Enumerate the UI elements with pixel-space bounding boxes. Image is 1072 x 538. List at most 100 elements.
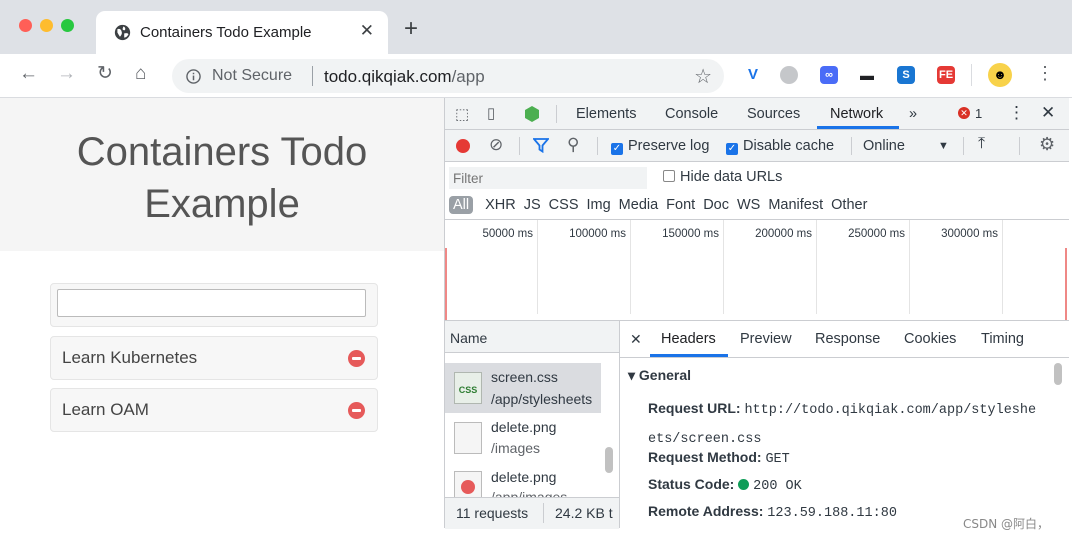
profile-avatar[interactable]: ☻ [988, 63, 1012, 87]
extension-glasses-icon[interactable]: ▬ [858, 66, 876, 84]
extension-fe-icon[interactable]: FE [937, 66, 955, 84]
type-filter-other[interactable]: Other [831, 197, 867, 213]
url-text[interactable]: todo.qikqiak.com/app [324, 67, 485, 87]
extension-link-icon[interactable]: ∞ [820, 66, 838, 84]
globe-icon [114, 24, 131, 41]
tab-sources[interactable]: Sources [747, 106, 800, 122]
disable-cache-checkbox[interactable]: Disable cache [726, 138, 834, 155]
type-filter-all[interactable]: All [449, 196, 474, 214]
delete-icon[interactable] [348, 402, 365, 419]
close-details-icon[interactable]: ✕ [630, 331, 642, 348]
devtools-close-icon[interactable]: ✕ [1041, 103, 1055, 123]
error-icon[interactable]: ✕ [958, 107, 970, 119]
page-title-line1: Containers Todo [76, 130, 368, 174]
detail-tab-headers[interactable]: Headers [661, 331, 716, 347]
toolbar-divider [1019, 137, 1020, 155]
settings-gear-icon[interactable]: ⚙ [1039, 134, 1055, 155]
back-button[interactable]: ← [19, 64, 38, 84]
toolbar-divider [963, 137, 964, 155]
maximize-window-button[interactable] [61, 19, 74, 32]
hide-data-urls-label: Hide data URLs [680, 169, 783, 185]
search-icon[interactable]: ⚲ [567, 135, 579, 155]
page-title-line2: Example [144, 182, 300, 226]
minimize-window-button[interactable] [40, 19, 53, 32]
page-header: Containers Todo Example [0, 98, 444, 251]
todo-item[interactable]: Learn OAM [50, 388, 378, 432]
import-har-icon[interactable]: ⤒ [978, 135, 985, 153]
type-filter-xhr[interactable]: XHR [485, 197, 516, 213]
hide-data-urls-checkbox[interactable]: Hide data URLs [663, 169, 782, 185]
throttle-select[interactable]: Online [863, 138, 905, 154]
general-section-toggle[interactable]: ▾ General [628, 367, 691, 384]
transfer-size: 24.2 KB t [555, 505, 613, 521]
device-toolbar-icon[interactable]: ▯ [487, 104, 495, 122]
extension-v-icon[interactable]: V [744, 66, 762, 84]
timeline-tick-label: 200000 ms [755, 228, 812, 240]
type-filter-css[interactable]: CSS [549, 197, 579, 213]
tab-network[interactable]: Network [830, 106, 883, 122]
detail-tab-cookies[interactable]: Cookies [904, 331, 956, 347]
request-name: delete.png [491, 419, 557, 435]
type-filter-manifest[interactable]: Manifest [768, 197, 823, 213]
request-path: /app/stylesheets [491, 391, 593, 407]
delete-preview-icon [461, 480, 475, 494]
inspect-icon[interactable]: ⬚ [455, 105, 469, 123]
detail-tab-response[interactable]: Response [815, 331, 880, 347]
type-filter-font[interactable]: Font [666, 197, 695, 213]
new-tab-button[interactable]: + [404, 17, 418, 41]
todo-item[interactable]: Learn Kubernetes [50, 336, 378, 380]
filter-input[interactable] [449, 167, 647, 189]
home-button[interactable]: ⌂ [135, 64, 146, 84]
request-list-scrollbar[interactable] [605, 447, 613, 473]
name-column-header[interactable]: Name [445, 321, 619, 353]
forward-button[interactable]: → [57, 64, 76, 84]
remote-value: 123.59.188.11:80 [767, 506, 897, 521]
request-row[interactable]: delete.png /images [445, 415, 601, 463]
detail-tab-preview[interactable]: Preview [740, 331, 792, 347]
details-scrollbar[interactable] [1054, 363, 1062, 385]
omnibox-divider [312, 66, 313, 86]
type-filter-ws[interactable]: WS [737, 197, 760, 213]
status-code-item: Status Code: 200 OK [648, 476, 802, 494]
request-row[interactable]: delete.png /app/images [445, 465, 601, 497]
type-filter-doc[interactable]: Doc [703, 197, 729, 213]
extension-s-icon[interactable]: S [897, 66, 915, 84]
more-tabs-button[interactable]: » [909, 106, 917, 122]
tab-close-icon[interactable]: ✕ [360, 21, 374, 41]
new-todo-input[interactable] [57, 289, 366, 317]
request-list: Name CSS screen.css /app/stylesheets del… [445, 321, 620, 529]
type-filter-js[interactable]: JS [524, 197, 541, 213]
method-value: GET [765, 452, 790, 467]
toolbar-divider [971, 64, 972, 86]
remote-label: Remote Address: [648, 503, 764, 519]
chevron-down-icon[interactable]: ▼ [938, 140, 949, 152]
browser-menu-icon[interactable]: ⋮ [1036, 63, 1054, 84]
tab-console[interactable]: Console [665, 106, 718, 122]
delete-icon[interactable] [348, 350, 365, 367]
close-window-button[interactable] [19, 19, 32, 32]
extension-gray-icon[interactable] [780, 66, 798, 84]
bookmark-star-icon[interactable]: ☆ [694, 64, 712, 89]
detail-tab-timing[interactable]: Timing [981, 331, 1024, 347]
type-filter-img[interactable]: Img [587, 197, 611, 213]
filter-icon[interactable] [533, 138, 549, 153]
clear-icon[interactable]: ⊘ [489, 135, 503, 155]
devtools-tabbar: ⬚ ▯ Elements Console Sources Network » ✕… [445, 98, 1069, 130]
type-filter-media[interactable]: Media [619, 197, 659, 213]
devtools-menu-icon[interactable]: ⋮ [1008, 103, 1025, 123]
reload-button[interactable]: ↻ [97, 64, 113, 84]
record-button[interactable] [456, 139, 470, 153]
info-icon [186, 69, 201, 84]
address-bar[interactable]: Not Secure todo.qikqiak.com/app ☆ [172, 59, 724, 93]
timeline-gridline [1002, 220, 1003, 314]
detail-tabbar: ✕ Headers Preview Response Cookies Timing [620, 321, 1069, 358]
preserve-log-checkbox[interactable]: Preserve log [611, 138, 709, 155]
status-bar: 11 requests 24.2 KB t [445, 497, 619, 529]
status-ok-icon [738, 479, 750, 490]
url-path: /app [451, 67, 485, 86]
request-row-selected[interactable]: CSS screen.css /app/stylesheets [445, 363, 601, 413]
browser-tab[interactable]: Containers Todo Example ✕ [96, 11, 388, 54]
tab-elements[interactable]: Elements [576, 106, 636, 122]
checkbox-checked-icon [611, 143, 623, 155]
vue-devtools-icon[interactable] [523, 105, 541, 123]
